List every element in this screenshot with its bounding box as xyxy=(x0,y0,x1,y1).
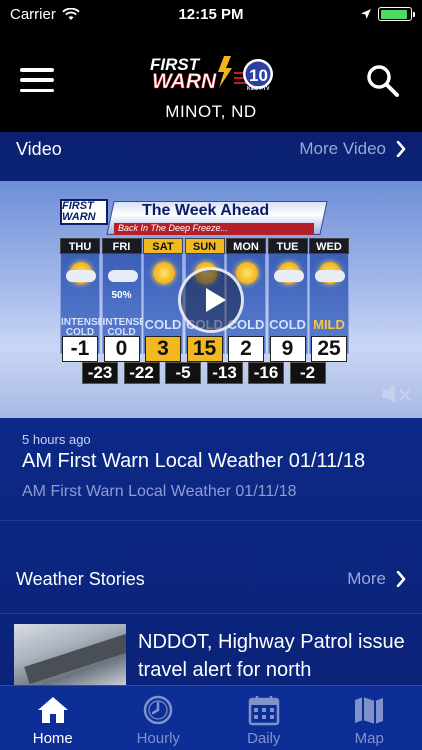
svg-text:10: 10 xyxy=(249,66,268,85)
stories-section-header: Weather Stories More xyxy=(0,564,422,594)
high-temp: 15 xyxy=(186,336,223,362)
story-thumbnail-road xyxy=(24,629,126,685)
story-item[interactable]: NDDOT, Highway Patrol issue travel alert… xyxy=(0,624,422,685)
tab-map[interactable]: Map xyxy=(317,686,422,750)
video-banner-logo-text: FIRST WARN xyxy=(62,200,96,223)
clock-icon xyxy=(144,695,173,725)
stories-section-title: Weather Stories xyxy=(16,568,145,589)
sun-icon xyxy=(153,262,175,284)
location-label[interactable]: MINOT, ND xyxy=(0,102,422,122)
high-temp: 2 xyxy=(228,336,264,362)
low-temp: -2 xyxy=(289,362,326,384)
tab-daily[interactable]: Daily xyxy=(211,686,317,750)
video-subheadline: AM First Warn Local Weather 01/11/18 xyxy=(22,483,297,500)
day-name: MON xyxy=(226,238,266,254)
tab-bar: Home Hourly Daily Map xyxy=(0,685,422,750)
tab-home[interactable]: Home xyxy=(0,686,106,750)
low-temp: -23 xyxy=(82,362,118,384)
high-temp: -1 xyxy=(62,336,98,362)
condition-label: INTENSE COLD xyxy=(61,317,105,338)
sun-icon xyxy=(236,262,258,284)
high-temp: 9 xyxy=(269,336,306,362)
condition-label: INTENSE COLD xyxy=(102,317,146,338)
menu-button[interactable] xyxy=(20,68,54,92)
speaker-muted-icon xyxy=(382,384,411,404)
menu-icon-bar xyxy=(20,88,54,92)
tab-hourly-label: Hourly xyxy=(136,730,180,747)
cloud-icon xyxy=(107,270,138,282)
story-title: NDDOT, Highway Patrol issue travel alert… xyxy=(138,631,405,681)
carrier-label: Carrier xyxy=(10,5,56,23)
condition-label: MILD xyxy=(313,317,345,332)
svg-text:WARN: WARN xyxy=(152,70,217,93)
wifi-icon xyxy=(62,7,80,20)
low-temp: -16 xyxy=(248,362,284,384)
map-icon xyxy=(355,697,384,724)
low-temp: -13 xyxy=(206,362,243,384)
precip-chance: 50% xyxy=(111,290,132,301)
low-temp: -22 xyxy=(123,362,160,384)
more-stories-link[interactable]: More xyxy=(347,569,406,589)
day-name: THU xyxy=(60,238,100,254)
low-temp: -5 xyxy=(165,362,201,384)
play-button[interactable] xyxy=(178,267,244,333)
tab-home-label: Home xyxy=(32,730,73,747)
video-headline[interactable]: AM First Warn Local Weather 01/11/18 xyxy=(22,450,365,473)
menu-icon-bar xyxy=(20,78,54,82)
divider xyxy=(0,520,422,521)
video-banner-title: The Week Ahead xyxy=(142,202,270,219)
high-temp: 0 xyxy=(103,336,140,362)
home-icon xyxy=(37,697,68,723)
calendar-icon xyxy=(248,696,279,726)
app-header: FIRST WARN 10 KMOT-TV MINOT, ND xyxy=(0,28,422,132)
search-button[interactable] xyxy=(366,64,400,98)
video-timestamp: 5 hours ago xyxy=(22,432,91,447)
menu-icon-bar xyxy=(20,68,54,72)
cloud-icon xyxy=(66,270,96,282)
video-banner-subtitle: Back In The Deep Freeze... xyxy=(118,223,229,233)
cloud-icon xyxy=(315,270,345,282)
battery-icon xyxy=(378,7,415,21)
mute-button[interactable] xyxy=(380,381,414,407)
tab-map-label: Map xyxy=(354,730,384,747)
first-warn-logo: FIRST WARN 10 KMOT-TV xyxy=(150,55,273,93)
battery-level xyxy=(380,9,407,19)
more-stories-label: More xyxy=(347,569,386,588)
tab-hourly[interactable]: Hourly xyxy=(106,686,212,750)
video-banner-logo: FIRST WARN xyxy=(60,199,108,225)
main-content[interactable]: Video More Video FIRST WARN The Week Ahe… xyxy=(0,132,422,685)
search-icon xyxy=(367,65,399,97)
video-section-header: Video More Video xyxy=(0,134,422,164)
day-name: WED xyxy=(309,238,349,254)
cloud-icon xyxy=(273,270,304,282)
more-video-label: More Video xyxy=(299,139,386,158)
high-temp: 25 xyxy=(311,336,347,362)
day-name: SAT xyxy=(143,238,183,254)
svg-text:KMOT-TV: KMOT-TV xyxy=(247,86,270,92)
status-bar: Carrier 12:15 PM xyxy=(0,0,422,28)
story-thumbnail xyxy=(14,624,126,685)
chevron-right-icon xyxy=(396,571,406,587)
day-name: TUE xyxy=(267,238,308,254)
condition-label: COLD xyxy=(269,317,306,332)
day-name: SUN xyxy=(184,238,225,254)
tab-daily-label: Daily xyxy=(247,730,281,747)
day-name: FRI xyxy=(101,238,142,254)
video-player[interactable]: FIRST WARN The Week Ahead Back In The De… xyxy=(0,181,422,418)
high-temp: 3 xyxy=(145,336,181,362)
chevron-right-icon xyxy=(396,141,406,157)
location-arrow-icon xyxy=(361,9,371,19)
divider xyxy=(0,613,422,614)
more-video-link[interactable]: More Video xyxy=(299,139,406,159)
video-section-title: Video xyxy=(16,138,62,159)
condition-label: COLD xyxy=(144,317,182,332)
